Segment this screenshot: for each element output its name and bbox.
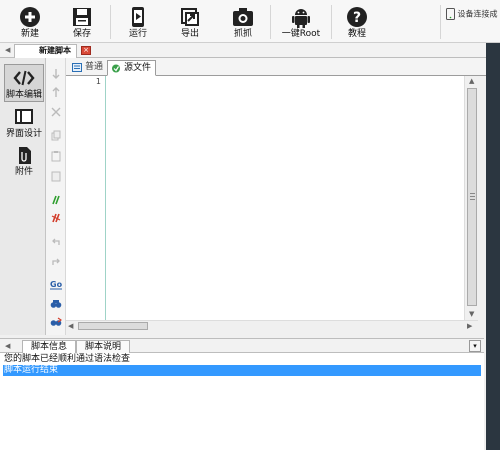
- file-tab-bar: ◀ 新建脚本 ▶: [0, 43, 500, 58]
- code-editor[interactable]: 1: [66, 76, 478, 320]
- tab-scroll-left-icon[interactable]: ◀: [5, 46, 10, 54]
- export-button[interactable]: 导出: [170, 0, 210, 43]
- sidebar-item-attachment[interactable]: 附件: [4, 142, 44, 180]
- line-number-gutter: 1: [66, 76, 106, 320]
- phone-play-icon: [132, 7, 144, 27]
- horizontal-scroll-thumb[interactable]: [78, 322, 148, 330]
- tab-script-description[interactable]: 脚本说明: [76, 340, 131, 354]
- scroll-up-icon[interactable]: ▲: [469, 77, 474, 85]
- tab-script-description-label: 脚本说明: [85, 342, 122, 352]
- tab-script-info[interactable]: 脚本信息: [22, 340, 77, 354]
- output-dropdown-button[interactable]: ▾: [469, 340, 481, 352]
- undo-icon[interactable]: [50, 236, 62, 248]
- paste-icon[interactable]: [50, 150, 62, 162]
- layout-icon: [15, 109, 33, 124]
- camera-icon: [233, 8, 253, 26]
- line-number: 1: [95, 77, 101, 86]
- capture-label: 抓抓: [233, 29, 252, 39]
- export-icon: [181, 8, 199, 26]
- tab-source-file-label: 源文件: [124, 63, 152, 73]
- redo-icon[interactable]: [50, 256, 62, 268]
- new-button[interactable]: 新建: [10, 0, 50, 43]
- new-label: 新建: [20, 29, 39, 39]
- run-label: 运行: [128, 29, 147, 39]
- vertical-scroll-thumb[interactable]: [467, 88, 477, 306]
- editor-mode-tabs: 普通 源文件: [66, 58, 486, 76]
- main-toolbar: 新建 保存 运行 导出 抓抓 一键Root ? 教程 设备连接成: [0, 0, 500, 43]
- source-file-icon: [112, 64, 120, 73]
- clipboard-icon[interactable]: [50, 170, 62, 182]
- sidebar-item-ui-design[interactable]: 界面设计: [4, 104, 44, 142]
- normal-view-icon: [72, 63, 82, 72]
- copy-icon[interactable]: [50, 130, 62, 142]
- editor-tool-gutter: Go: [46, 58, 66, 335]
- tab-normal[interactable]: 普通: [69, 60, 107, 76]
- tab-script-info-label: 脚本信息: [31, 342, 68, 352]
- code-icon: [13, 70, 35, 86]
- mode-sidebar: 脚本编辑 界面设计 附件: [0, 58, 46, 335]
- log-line: 脚本运行结束: [4, 365, 59, 375]
- floppy-disk-icon: [73, 8, 91, 26]
- plus-circle-icon: [20, 7, 40, 27]
- root-label: 一键Root: [281, 29, 321, 39]
- move-down-icon[interactable]: [50, 68, 62, 80]
- move-up-icon[interactable]: [50, 86, 62, 98]
- output-tab-scroll-icon[interactable]: ◀: [5, 342, 10, 350]
- run-button[interactable]: 运行: [118, 0, 158, 43]
- tab-normal-label: 普通: [85, 62, 104, 72]
- scroll-right-icon[interactable]: ▶: [467, 322, 472, 330]
- svg-text:Go: Go: [50, 280, 62, 289]
- output-tab-bar: ◀ 脚本信息 脚本说明 ▾: [0, 338, 484, 354]
- tutorial-label: 教程: [347, 29, 366, 39]
- attachment-icon: [19, 147, 31, 164]
- editor-vertical-scrollbar[interactable]: ▲ ▼: [464, 76, 478, 320]
- delete-icon[interactable]: [50, 106, 62, 118]
- output-log[interactable]: 您的脚本已经顺利通过语法检查 脚本运行结束: [0, 353, 484, 450]
- device-status-text: 设备连接成: [457, 9, 498, 19]
- root-button[interactable]: 一键Root: [277, 0, 325, 43]
- sidebar-item-script-edit[interactable]: 脚本编辑: [4, 64, 44, 102]
- uncomment-icon[interactable]: [50, 212, 62, 224]
- save-label: 保存: [72, 29, 91, 39]
- save-button[interactable]: 保存: [62, 0, 102, 43]
- tab-new-script-label: 新建脚本: [39, 46, 71, 55]
- tab-new-script[interactable]: 新建脚本: [14, 44, 77, 58]
- help-icon: ?: [347, 7, 367, 27]
- goto-icon[interactable]: Go: [50, 278, 62, 290]
- svg-text:?: ?: [353, 10, 361, 26]
- tutorial-button[interactable]: ? 教程: [337, 0, 377, 43]
- sidebar-item-label: 界面设计: [5, 129, 42, 139]
- comment-icon[interactable]: [50, 194, 62, 206]
- toolbar-divider: [110, 5, 111, 39]
- export-label: 导出: [180, 29, 199, 39]
- log-line: 您的脚本已经顺利通过语法检查: [4, 354, 131, 364]
- scroll-down-icon[interactable]: ▼: [469, 310, 474, 318]
- toolbar-divider: [440, 5, 441, 39]
- capture-button[interactable]: 抓抓: [223, 0, 263, 43]
- sidebar-item-label: 脚本编辑: [5, 90, 42, 100]
- toolbar-divider: [270, 5, 271, 39]
- right-side-panel: [486, 43, 500, 450]
- android-icon: [292, 9, 310, 28]
- device-status[interactable]: 设备连接成: [446, 8, 500, 28]
- find-icon[interactable]: [50, 298, 62, 310]
- scroll-left-icon[interactable]: ◀: [68, 322, 73, 330]
- device-phone-icon: [446, 8, 455, 20]
- editor-horizontal-scrollbar[interactable]: ◀ ▶: [66, 320, 478, 330]
- tab-source-file[interactable]: 源文件: [107, 60, 157, 76]
- log-selection-highlight: [3, 365, 481, 376]
- close-tab-button[interactable]: ×: [81, 46, 91, 55]
- sidebar-item-label: 附件: [14, 167, 33, 177]
- replace-icon[interactable]: [50, 316, 62, 328]
- toolbar-divider: [331, 5, 332, 39]
